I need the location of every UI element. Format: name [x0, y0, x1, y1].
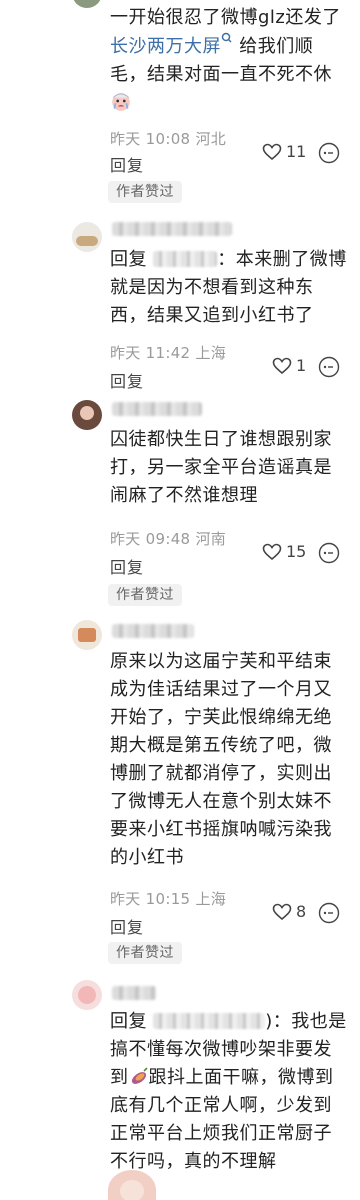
author-liked-badge: 作者赞过	[108, 584, 182, 606]
like-button[interactable]: 11	[262, 142, 306, 161]
like-count: 15	[286, 542, 307, 561]
reply-button[interactable]: 回复	[110, 914, 144, 938]
comment-text: 囚徒都快生日了谁想跟别家打，另一家全平台造谣真是闹麻了不然谁想理	[110, 426, 350, 510]
sweet-potato-emoji	[131, 1067, 148, 1084]
heart-outline-icon	[262, 143, 282, 160]
avatar[interactable]	[72, 222, 102, 252]
like-button[interactable]: 1	[272, 356, 306, 375]
more-dots-icon[interactable]	[318, 542, 340, 564]
search-link-icon	[221, 32, 232, 43]
reply-handle-blurred[interactable]	[153, 1013, 266, 1029]
username-blurred[interactable]	[112, 222, 232, 236]
comment-text: 回复 )：我也是搞不懂每次微博吵架非要发到 跟抖上面干嘛，微博到底有几个正常人啊，…	[110, 1008, 350, 1176]
comment-text-part: 一开始很忍了微博glz还发了	[110, 7, 341, 28]
more-dots-icon[interactable]	[318, 902, 340, 924]
author-liked-badge: 作者赞过	[108, 942, 182, 964]
comment-meta: 昨天 09:48 河南	[110, 530, 227, 548]
comment-text-part: 囚徒都快生日了谁想跟别家打，另一家全平台造谣真是闹麻了不然谁想理	[110, 429, 332, 506]
comment-text: 回复 ：本来删了微博就是因为不想看到这种东西，结果又追到小红书了	[110, 246, 350, 330]
like-button[interactable]: 15	[262, 542, 306, 561]
heart-outline-icon	[272, 357, 292, 374]
comment-text-part: 原来以为这届宁芙和平结束成为佳话结果过了一个月又开始了，宁芙此恨绵绵无绝期大概是…	[110, 651, 332, 868]
reply-button[interactable]: 回复	[110, 152, 144, 176]
author-liked-badge: 作者赞过	[108, 181, 182, 203]
comment-meta: 昨天 11:42 上海	[110, 344, 227, 362]
more-dots-icon[interactable]	[318, 142, 340, 164]
reply-button[interactable]: 回复	[110, 368, 144, 392]
like-count: 1	[296, 356, 307, 375]
reply-handle-blurred[interactable]	[153, 251, 218, 267]
comment-text: 原来以为这届宁芙和平结束成为佳话结果过了一个月又开始了，宁芙此恨绵绵无绝期大概是…	[110, 648, 350, 872]
avatar[interactable]	[72, 620, 102, 650]
more-dots-icon[interactable]	[318, 356, 340, 378]
reply-button[interactable]: 回复	[110, 554, 144, 578]
username-blurred[interactable]	[112, 402, 202, 416]
avatar[interactable]	[72, 400, 102, 430]
username-blurred[interactable]	[112, 624, 194, 638]
search-link[interactable]: 长沙两万大屏	[110, 36, 221, 57]
avatar[interactable]	[72, 980, 102, 1010]
reply-prefix: 回复	[110, 1011, 147, 1032]
heart-outline-icon	[262, 543, 282, 560]
like-count: 8	[296, 902, 307, 921]
avatar[interactable]	[72, 0, 102, 8]
crying-face-emoji	[112, 93, 130, 111]
heart-outline-icon	[272, 903, 292, 920]
like-count: 11	[286, 142, 307, 161]
like-button[interactable]: 8	[272, 902, 306, 921]
comment-text: 一开始很忍了微博glz还发了 长沙两万大屏 给我们顺毛，结果对面一直不死不休	[110, 4, 350, 117]
username-blurred[interactable]	[112, 986, 156, 1000]
reply-prefix: 回复	[110, 249, 147, 270]
comment-meta: 昨天 10:15 上海	[110, 890, 227, 908]
comment-meta: 昨天 10:08 河北	[110, 130, 227, 148]
